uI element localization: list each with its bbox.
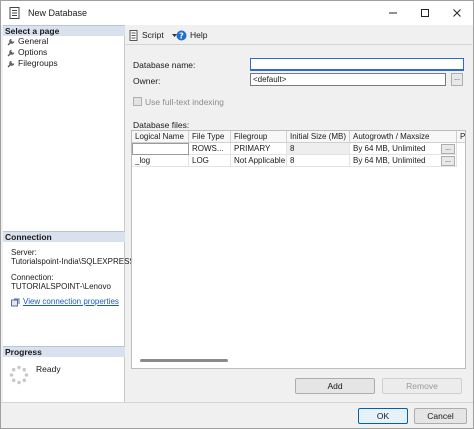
column-header[interactable]: Initial Size (MB) — [287, 131, 350, 143]
column-header[interactable]: File Type — [189, 131, 231, 143]
script-label: Script — [142, 30, 164, 40]
title-bar: New Database — [1, 1, 473, 25]
logical-name-cell[interactable] — [132, 143, 189, 155]
progress-header: Progress — [3, 346, 125, 357]
autogrowth-edit-button[interactable]: ... — [441, 144, 455, 154]
select-page-header: Select a page — [3, 25, 125, 36]
wrench-icon — [7, 38, 15, 45]
view-connection-link: View connection properties — [23, 297, 119, 306]
column-header[interactable]: Autogrowth / Maxsize — [350, 131, 457, 143]
minimize-icon — [389, 12, 397, 14]
maximize-button[interactable] — [409, 1, 441, 25]
owner-input[interactable]: <default> — [250, 73, 446, 86]
database-name-input[interactable] — [250, 58, 464, 71]
script-icon — [129, 29, 138, 41]
help-button[interactable]: ? Help — [176, 29, 207, 41]
connection-properties-icon — [11, 298, 20, 306]
close-icon — [453, 9, 461, 17]
minimize-button[interactable] — [377, 1, 409, 25]
database-name-label: Database name: — [133, 60, 196, 70]
maximize-icon — [421, 9, 429, 17]
autogrowth-edit-button[interactable]: ... — [441, 156, 455, 166]
file-type-cell: LOG — [189, 155, 231, 167]
cancel-button[interactable]: Cancel — [414, 408, 467, 424]
owner-browse-button[interactable]: ... — [451, 73, 463, 86]
connection-header: Connection — [3, 231, 125, 242]
toolbar: Script ? Help — [126, 25, 472, 45]
fulltext-label: Use full-text indexing — [145, 97, 224, 107]
page-item-options[interactable]: Options — [7, 47, 47, 58]
svg-text:?: ? — [179, 31, 184, 40]
script-button[interactable]: Script — [129, 29, 178, 41]
wrench-icon — [7, 49, 15, 56]
main-panel: Script ? Help Database name: Owner: <def… — [126, 25, 472, 402]
page-item-label: Filegroups — [18, 58, 58, 68]
page-item-label: Options — [18, 47, 48, 57]
initial-size-cell[interactable]: 8 — [287, 155, 350, 167]
new-database-dialog: New Database Select a page General Optio… — [0, 0, 474, 429]
close-button[interactable] — [441, 1, 473, 25]
column-header[interactable]: Filegroup — [231, 131, 287, 143]
initial-size-cell[interactable]: 8 — [287, 143, 350, 155]
horizontal-scrollbar[interactable] — [140, 359, 228, 362]
remove-button[interactable]: Remove — [382, 378, 462, 394]
column-header[interactable]: Logical Name — [132, 131, 189, 143]
logical-name-cell[interactable]: _log — [132, 155, 189, 167]
database-files-grid: Logical Name File Type Filegroup Initial… — [131, 130, 466, 369]
database-icon — [9, 7, 20, 19]
add-button[interactable]: Add — [295, 378, 375, 394]
server-value: Tutorialspoint-India\SQLEXPRESS — [11, 257, 135, 266]
column-header[interactable]: P — [457, 131, 465, 143]
sidebar: Select a page General Options Filegroups… — [3, 25, 135, 402]
progress-spinner-icon — [9, 365, 29, 385]
connection-value: TUTORIALSPOINT-\Lenovo — [11, 282, 111, 291]
help-icon: ? — [176, 30, 187, 40]
wrench-icon — [7, 60, 15, 67]
database-files-label: Database files: — [133, 120, 190, 130]
file-type-cell: ROWS... — [189, 143, 231, 155]
view-connection-properties[interactable]: View connection properties — [11, 297, 119, 307]
filegroup-cell: Not Applicable — [231, 155, 287, 167]
page-item-filegroups[interactable]: Filegroups — [7, 58, 58, 69]
owner-label: Owner: — [133, 76, 161, 86]
dialog-button-bar: OK Cancel — [1, 402, 473, 428]
filegroup-cell[interactable]: PRIMARY — [231, 143, 287, 155]
fulltext-checkbox[interactable] — [133, 97, 142, 106]
help-label: Help — [190, 30, 208, 40]
window-title: New Database — [28, 8, 88, 18]
ok-button[interactable]: OK — [358, 408, 408, 424]
page-item-general[interactable]: General — [7, 36, 48, 47]
page-item-label: General — [18, 36, 49, 46]
progress-status: Ready — [36, 364, 61, 374]
